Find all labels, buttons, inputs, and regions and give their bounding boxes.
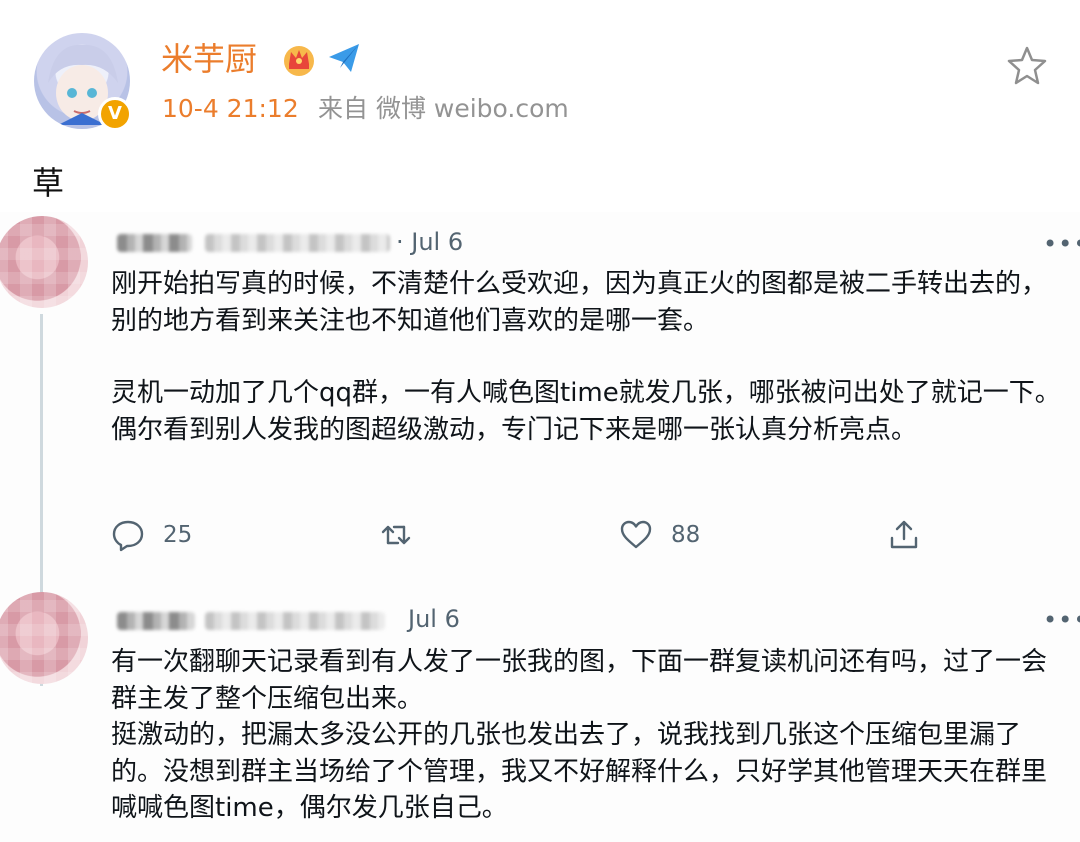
share-button[interactable] xyxy=(887,515,921,555)
screenshot-page: V 米芋厨 10-4 21:12 来自 微博 weibo.com 草 · Jul… xyxy=(0,0,1080,842)
like-button[interactable]: 88 xyxy=(619,515,700,555)
tweet-date[interactable]: · Jul 6 xyxy=(396,227,463,257)
tweet-handle-blurred[interactable] xyxy=(205,234,390,252)
post-text: 草 xyxy=(32,164,65,202)
reply-count: 25 xyxy=(163,522,193,548)
retweet-button[interactable] xyxy=(379,515,413,555)
weibo-post-header: V 米芋厨 10-4 21:12 来自 微博 weibo.com 草 xyxy=(0,0,1080,202)
star-icon[interactable] xyxy=(1006,44,1048,86)
reply-icon xyxy=(112,520,144,552)
more-icon[interactable]: ••• xyxy=(1043,232,1080,256)
tweet-body: 刚开始拍写真的时候，不清楚什么受欢迎，因为真正火的图都是被二手转出去的，别的地方… xyxy=(111,266,1071,448)
retweet-icon xyxy=(381,525,411,545)
username[interactable]: 米芋厨 xyxy=(161,38,257,80)
plane-icon xyxy=(329,44,359,72)
crown-icon xyxy=(284,46,314,76)
tweet-avatar[interactable] xyxy=(0,216,88,308)
post-time[interactable]: 10-4 21:12 xyxy=(162,93,299,125)
tweet-body: 有一次翻聊天记录看到有人发了一张我的图，下面一群复读机问还有吗，过了一会群主发了… xyxy=(111,644,1071,827)
share-icon xyxy=(890,520,918,549)
tweet-handle-blurred[interactable] xyxy=(205,612,385,630)
tweet-display-name-blurred[interactable] xyxy=(117,612,195,630)
tweet-actions: 25 88 xyxy=(111,515,941,559)
tweet-date[interactable]: Jul 6 xyxy=(408,604,460,634)
tweet-paragraph: 灵机一动加了几个qq群，一有人喊色图time就发几张，哪张被问出处了就记一下。偶… xyxy=(111,378,1061,445)
tweet-display-name-blurred[interactable] xyxy=(117,234,192,252)
embedded-tweet-screenshot: · Jul 6 ••• 刚开始拍写真的时候，不清楚什么受欢迎，因为真正火的图都是… xyxy=(0,212,1080,842)
post-source: 来自 微博 weibo.com xyxy=(318,94,569,123)
verify-icon: V xyxy=(98,97,132,131)
heart-icon xyxy=(620,520,652,549)
tweet-avatar[interactable] xyxy=(0,592,88,684)
tweet-paragraph: 刚开始拍写真的时候，不清楚什么受欢迎，因为真正火的图都是被二手转出去的，别的地方… xyxy=(111,269,1048,336)
tweet-paragraph: 有一次翻聊天记录看到有人发了一张我的图，下面一群复读机问还有吗，过了一会群主发了… xyxy=(111,647,1048,714)
like-count: 88 xyxy=(671,522,701,548)
more-icon[interactable]: ••• xyxy=(1043,608,1080,632)
tweet-paragraph: 挺激动的，把漏太多没公开的几张也发出去了，说我找到几张这个压缩包里漏了的。没想到… xyxy=(111,720,1048,823)
reply-button[interactable]: 25 xyxy=(111,515,192,555)
